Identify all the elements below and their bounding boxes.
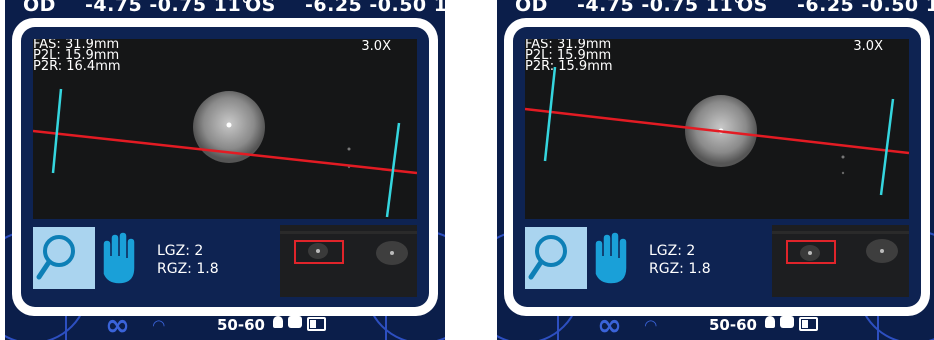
device-screen-right: OD -4.75 -0.75 11° OS -6.25 -0.50 143° ∞… <box>497 0 934 340</box>
viewport-indicator <box>786 240 836 264</box>
rgz-value: RGZ: 1.8 <box>157 261 219 277</box>
magnify-button[interactable] <box>33 227 95 289</box>
measurement-readout: FAS: 31.9mm P2L: 15.9mm P2R: 16.4mm <box>33 39 121 74</box>
background-dot <box>841 171 845 175</box>
camera-view[interactable]: FAS: 31.9mm P2L: 15.9mm P2R: 15.9mm 3.0X <box>525 39 909 219</box>
left-pupil-marker <box>543 66 557 162</box>
measurement-panel-inner: FAS: 31.9mm P2L: 15.9mm P2R: 15.9mm 3.0X… <box>513 27 921 307</box>
overview-thumbnail[interactable] <box>280 225 417 297</box>
camera-icon <box>780 316 794 328</box>
measurement-panel: FAS: 31.9mm P2L: 15.9mm P2R: 16.4mm 3.0X… <box>12 18 438 316</box>
corneal-reflex <box>226 122 232 128</box>
rgz-value: RGZ: 1.8 <box>649 261 711 277</box>
manual-adjust-button[interactable] <box>97 230 139 286</box>
os-label: OS <box>245 0 276 16</box>
zoom-level: 3.0X <box>361 39 391 54</box>
lgz-value: LGZ: 2 <box>649 243 696 259</box>
viewport-indicator <box>294 240 344 264</box>
hand-icon <box>102 231 136 285</box>
overview-thumbnail[interactable] <box>772 225 909 297</box>
manual-adjust-button[interactable] <box>589 230 631 286</box>
background-dot <box>347 147 351 151</box>
camera-icon <box>288 316 302 328</box>
wifi-icon: ◠ <box>153 316 165 334</box>
background-dot <box>841 155 845 159</box>
od-values: -4.75 -0.75 11° <box>577 0 744 16</box>
bulb-icon <box>273 316 283 328</box>
zoom-level: 3.0X <box>853 39 883 54</box>
camera-view[interactable]: FAS: 31.9mm P2L: 15.9mm P2R: 16.4mm 3.0X <box>33 39 417 219</box>
gaze-readout: LGZ: 2 RGZ: 1.8 <box>649 242 711 278</box>
os-values: -6.25 -0.50 143° <box>797 0 934 16</box>
os-label: OS <box>737 0 768 16</box>
device-screen-left: OD -4.75 -0.75 11° OS -6.25 -0.50 143° ∞… <box>5 0 445 340</box>
od-label: OD <box>515 0 548 16</box>
wifi-icon: ◠ <box>645 316 657 334</box>
distance-range: 50-60 <box>217 316 265 334</box>
battery-icon <box>799 317 818 331</box>
od-label: OD <box>23 0 56 16</box>
left-pupil-marker <box>51 88 63 174</box>
measurement-panel-inner: FAS: 31.9mm P2L: 15.9mm P2R: 16.4mm 3.0X… <box>21 27 429 307</box>
magnifier-icon <box>528 235 567 280</box>
magnify-button[interactable] <box>525 227 587 289</box>
measurement-panel: FAS: 31.9mm P2L: 15.9mm P2R: 15.9mm 3.0X… <box>504 18 930 316</box>
gaze-readout: LGZ: 2 RGZ: 1.8 <box>157 242 219 278</box>
lgz-value: LGZ: 2 <box>157 243 204 259</box>
p2r-value: P2R: 15.9mm <box>525 59 613 74</box>
distance-range: 50-60 <box>709 316 757 334</box>
measurement-readout: FAS: 31.9mm P2L: 15.9mm P2R: 15.9mm <box>525 39 613 74</box>
magnifier-icon <box>36 235 75 280</box>
od-values: -4.75 -0.75 11° <box>85 0 252 16</box>
right-pupil-marker <box>879 98 895 196</box>
hand-icon <box>594 231 628 285</box>
bulb-icon <box>765 316 775 328</box>
os-values: -6.25 -0.50 143° <box>305 0 445 16</box>
battery-icon <box>307 317 326 331</box>
p2r-value: P2R: 16.4mm <box>33 59 121 74</box>
